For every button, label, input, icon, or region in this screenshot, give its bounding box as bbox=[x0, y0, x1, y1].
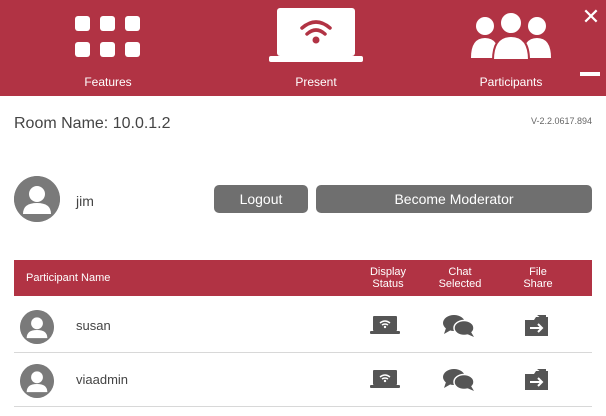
logout-button[interactable]: Logout bbox=[214, 185, 308, 213]
nav-present[interactable]: Present bbox=[266, 0, 366, 96]
chat-icon[interactable] bbox=[442, 314, 476, 338]
file-share-icon[interactable] bbox=[524, 314, 550, 338]
grid-icon bbox=[75, 16, 140, 57]
participant-avatar bbox=[20, 310, 54, 344]
column-chat-line2: Selected bbox=[438, 278, 482, 290]
version-label: V-2.2.0617.894 bbox=[530, 116, 592, 126]
participant-name: viaadmin bbox=[76, 372, 129, 387]
people-icon bbox=[471, 11, 551, 61]
participant-avatar bbox=[20, 364, 54, 398]
minimize-button[interactable] bbox=[580, 72, 600, 76]
close-button[interactable]: ✕ bbox=[580, 6, 602, 28]
nav-participants-label: Participants bbox=[479, 75, 543, 89]
nav-features-label: Features bbox=[84, 75, 132, 89]
table-row: viaadmin bbox=[14, 354, 592, 407]
nav-features[interactable]: Features bbox=[58, 0, 158, 96]
column-chat-selected: Chat Selected bbox=[430, 260, 490, 296]
room-name: Room Name: 10.0.1.2 bbox=[14, 115, 171, 132]
column-file-share: File Share bbox=[508, 260, 568, 296]
display-status-icon[interactable] bbox=[370, 368, 400, 390]
participants-table-header: Participant Name Display Status Chat Selec… bbox=[14, 260, 592, 296]
become-moderator-button[interactable]: Become Moderator bbox=[316, 185, 592, 213]
table-row: susan bbox=[14, 300, 592, 353]
top-bar: Features Present Participants ✕ bbox=[0, 0, 606, 96]
monitor-wifi-icon bbox=[269, 8, 363, 62]
column-file-line2: Share bbox=[523, 278, 553, 290]
display-status-icon[interactable] bbox=[370, 314, 400, 336]
current-username: jim bbox=[76, 193, 94, 209]
column-display-line1: Display bbox=[369, 266, 407, 278]
column-chat-line1: Chat bbox=[448, 266, 472, 278]
chat-icon[interactable] bbox=[442, 368, 476, 392]
column-display-line2: Status bbox=[372, 278, 404, 290]
nav-participants[interactable]: Participants bbox=[456, 0, 566, 96]
nav-present-label: Present bbox=[295, 75, 337, 89]
file-share-icon[interactable] bbox=[524, 368, 550, 392]
column-file-line1: File bbox=[529, 266, 547, 278]
participant-name: susan bbox=[76, 318, 111, 333]
column-display-status: Display Status bbox=[358, 260, 418, 296]
user-avatar bbox=[14, 176, 60, 222]
column-participant-name: Participant Name bbox=[26, 272, 111, 284]
